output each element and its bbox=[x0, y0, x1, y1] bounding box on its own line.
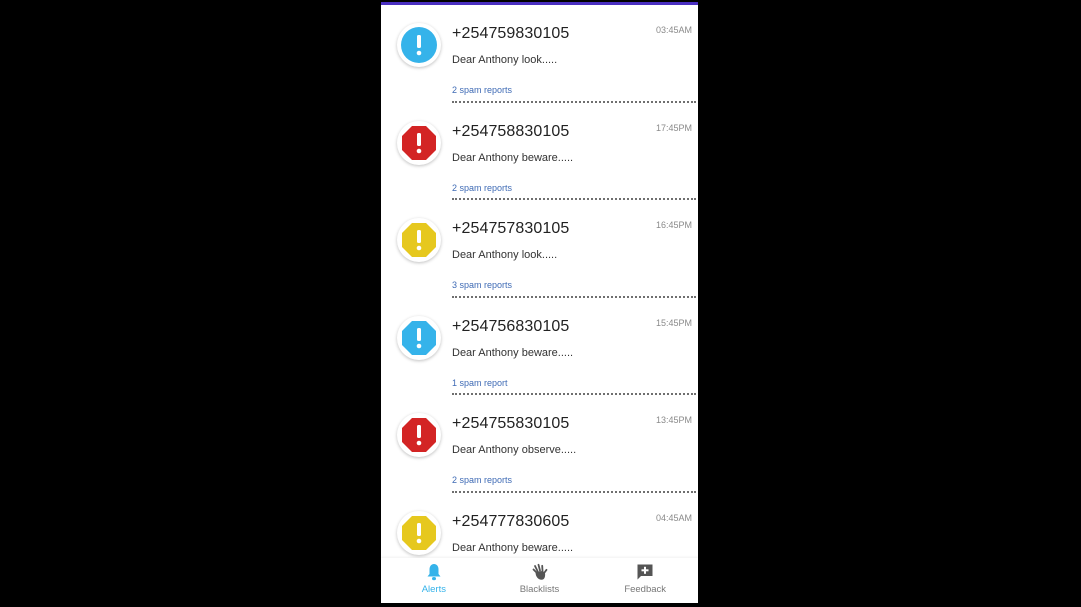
hand-stop-icon bbox=[532, 563, 547, 580]
alert-list-item[interactable]: +254759830105 03:45AM Dear Anthony look.… bbox=[381, 5, 698, 103]
nav-item-feedback[interactable]: Feedback bbox=[592, 558, 698, 603]
alert-message-preview: Dear Anthony beware..... bbox=[452, 541, 574, 554]
alert-list-item[interactable]: +254777830605 04:45AM Dear Anthony bewar… bbox=[381, 493, 698, 559]
alert-spam-reports-link[interactable]: 1 spam report bbox=[452, 378, 508, 388]
alert-octagon-icon bbox=[402, 223, 436, 257]
alerts-list[interactable]: +254759830105 03:45AM Dear Anthony look.… bbox=[381, 5, 698, 558]
alert-avatar bbox=[397, 218, 441, 262]
alert-avatar bbox=[397, 510, 441, 555]
alert-avatar bbox=[397, 413, 441, 457]
alert-time: 04:45AM bbox=[655, 512, 692, 523]
phone-screen: +254759830105 03:45AM Dear Anthony look.… bbox=[381, 2, 698, 603]
alert-octagon-icon bbox=[402, 418, 436, 452]
alert-time: 16:45PM bbox=[655, 220, 692, 230]
alert-octagon-icon bbox=[402, 320, 436, 355]
alert-spam-reports-link[interactable]: 3 spam reports bbox=[452, 280, 512, 290]
alert-octagon-icon bbox=[401, 27, 437, 63]
alert-list-item[interactable]: +254756830105 15:45PM Dear Anthony bewar… bbox=[381, 298, 698, 395]
alert-phone-number: +254756830105 bbox=[452, 317, 570, 335]
alert-list-item[interactable]: +254755830105 13:45PM Dear Anthony obser… bbox=[381, 395, 698, 493]
alert-spam-reports-link[interactable]: 2 spam reports bbox=[452, 475, 512, 485]
alert-phone-number: +254777830605 bbox=[452, 512, 570, 530]
alert-octagon-icon bbox=[402, 125, 436, 160]
alert-spam-reports-link[interactable]: 2 spam reports bbox=[452, 183, 512, 193]
alert-message-preview: Dear Anthony look..... bbox=[452, 54, 558, 66]
bottom-navigation: Alerts Blacklists Feedback bbox=[381, 558, 698, 603]
alert-octagon-icon bbox=[402, 515, 436, 550]
bell-icon bbox=[427, 564, 441, 581]
alert-phone-number: +254757830105 bbox=[452, 220, 570, 237]
nav-item-alerts[interactable]: Alerts bbox=[381, 558, 487, 603]
alert-list-item[interactable]: +254757830105 16:45PM Dear Anthony look.… bbox=[381, 200, 698, 298]
alert-avatar bbox=[397, 315, 441, 360]
feedback-plus-icon bbox=[637, 564, 653, 580]
nav-label-feedback: Feedback bbox=[624, 584, 667, 595]
alert-message-preview: Dear Anthony look..... bbox=[452, 249, 558, 261]
nav-label-alerts: Alerts bbox=[421, 584, 446, 595]
alert-phone-number: +254759830105 bbox=[452, 25, 570, 42]
alert-time: 15:45PM bbox=[655, 317, 692, 328]
alert-phone-number: +254755830105 bbox=[452, 415, 570, 432]
alert-list-item[interactable]: +254758830105 17:45PM Dear Anthony bewar… bbox=[381, 103, 698, 200]
nav-item-blacklists[interactable]: Blacklists bbox=[487, 558, 593, 603]
alert-avatar bbox=[397, 120, 441, 165]
alert-time: 03:45AM bbox=[655, 25, 692, 35]
alert-time: 13:45PM bbox=[655, 415, 692, 425]
alert-message-preview: Dear Anthony beware..... bbox=[452, 151, 574, 164]
alert-message-preview: Dear Anthony observe..... bbox=[452, 444, 577, 456]
alert-phone-number: +254758830105 bbox=[452, 122, 570, 140]
alert-message-preview: Dear Anthony beware..... bbox=[452, 346, 574, 359]
alert-avatar bbox=[397, 23, 441, 67]
alert-spam-reports-link[interactable]: 2 spam reports bbox=[452, 85, 512, 95]
alert-time: 17:45PM bbox=[655, 122, 692, 133]
nav-label-blacklists: Blacklists bbox=[519, 584, 560, 595]
